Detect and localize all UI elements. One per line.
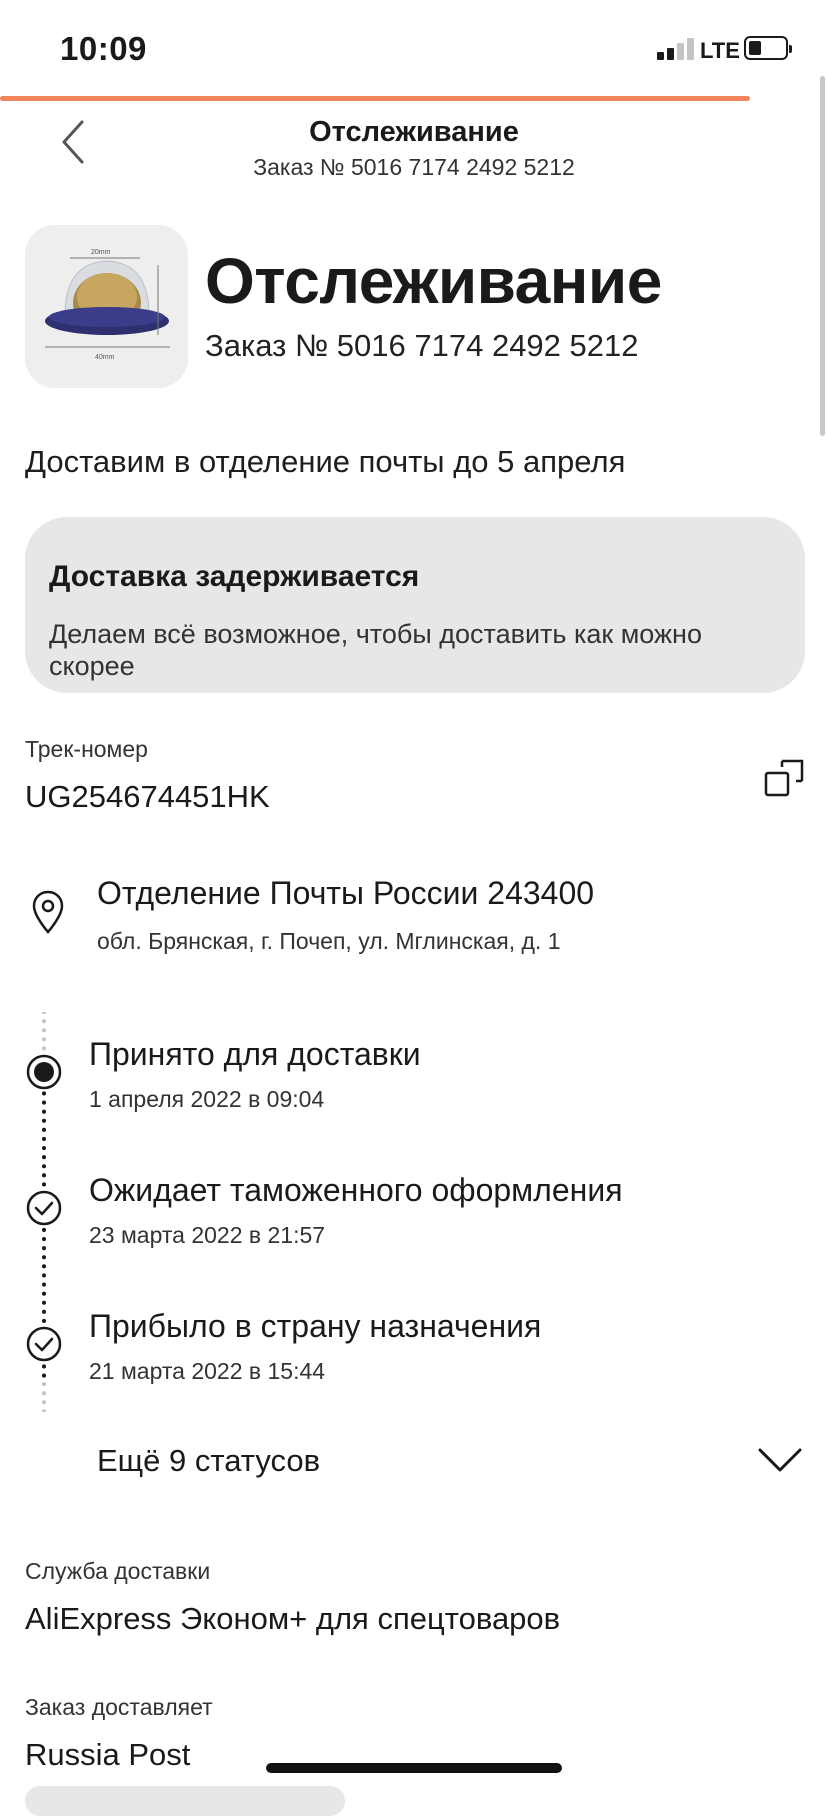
track-number-label: Трек-номер bbox=[25, 736, 148, 762]
carrier-label: Заказ доставляет bbox=[25, 1694, 213, 1720]
svg-text:40mm: 40mm bbox=[95, 354, 115, 361]
svg-text:20mm: 20mm bbox=[91, 249, 111, 256]
track-number-value[interactable]: UG254674451HK bbox=[25, 779, 270, 815]
home-indicator[interactable] bbox=[266, 1763, 562, 1773]
copy-icon[interactable] bbox=[764, 757, 806, 799]
alert-text: Делаем всё возможное, чтобы доставить ка… bbox=[49, 619, 702, 681]
product-image[interactable]: 20mm 40mm bbox=[25, 225, 188, 388]
network-type: LTE bbox=[700, 38, 740, 63]
nav-subtitle: Заказ № 5016 7174 2492 5212 bbox=[253, 154, 575, 180]
delay-alert-card: Доставка задерживается Делаем всё возмож… bbox=[25, 517, 805, 693]
bottom-action-button[interactable] bbox=[25, 1786, 345, 1816]
event-title: Принято для доставки bbox=[89, 1036, 421, 1072]
pickup-point-address: обл. Брянская, г. Почеп, ул. Мглинская, … bbox=[97, 928, 561, 954]
battery-icon bbox=[744, 36, 792, 60]
delivery-service-label: Служба доставки bbox=[25, 1558, 211, 1584]
carrier-value: Russia Post bbox=[25, 1737, 191, 1772]
more-statuses-button[interactable]: Ещё 9 статусов bbox=[97, 1443, 320, 1479]
checkmark-circle-icon bbox=[26, 1326, 62, 1362]
event-title: Прибыло в страну назначения bbox=[89, 1308, 542, 1344]
event-date: 21 марта 2022 в 15:44 bbox=[89, 1358, 326, 1384]
order-number: Заказ № 5016 7174 2492 5212 bbox=[205, 328, 639, 363]
event-date: 1 апреля 2022 в 09:04 bbox=[89, 1086, 325, 1112]
nav-title: Отслеживание bbox=[309, 116, 519, 148]
loading-progress-bar bbox=[0, 96, 750, 101]
delivery-service-value: AliExpress Эконом+ для спецтоваров bbox=[25, 1601, 561, 1636]
delivery-estimate: Доставим в отделение почты до 5 апреля bbox=[25, 444, 626, 479]
product-title: Отслеживание bbox=[205, 245, 662, 317]
chevron-down-icon[interactable] bbox=[757, 1446, 803, 1474]
event-title: Ожидает таможенного оформления bbox=[89, 1172, 623, 1208]
pickup-point-name[interactable]: Отделение Почты России 243400 bbox=[97, 875, 594, 912]
event-date: 23 марта 2022 в 21:57 bbox=[89, 1222, 326, 1248]
location-pin-icon bbox=[32, 890, 64, 934]
alert-title: Доставка задерживается bbox=[49, 560, 420, 593]
current-status-dot-icon bbox=[26, 1054, 62, 1090]
product-illustration: 20mm 40mm bbox=[45, 249, 170, 361]
signal-icon bbox=[657, 38, 695, 60]
status-time: 10:09 bbox=[60, 30, 147, 67]
checkmark-circle-icon bbox=[26, 1190, 62, 1226]
